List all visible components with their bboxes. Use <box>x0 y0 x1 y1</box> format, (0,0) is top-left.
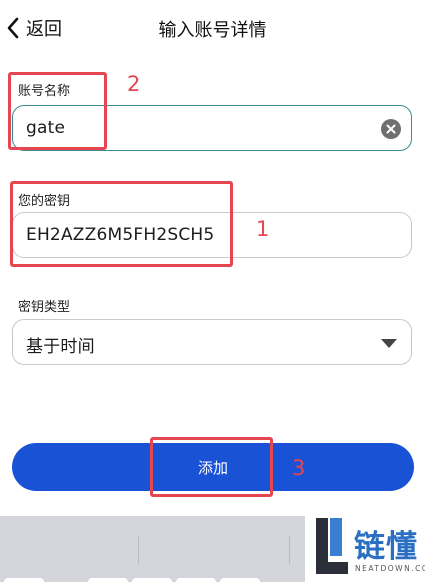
dropdown-arrow-icon <box>381 339 397 348</box>
keyboard-key[interactable] <box>220 578 260 582</box>
annotation-number-1: 1 <box>256 217 270 241</box>
key-type-value: 基于时间 <box>26 337 95 357</box>
annotation-box-secret-key <box>10 181 233 267</box>
key-type-label: 密钥类型 <box>18 300 71 315</box>
watermark-subtext: NEATDOWN.COM <box>355 564 425 573</box>
keyboard-suggestion-bar <box>0 516 305 582</box>
clear-icon[interactable] <box>381 119 401 139</box>
keyboard-key[interactable] <box>4 578 44 582</box>
annotation-box-add-button <box>150 437 273 497</box>
keyboard-key[interactable] <box>88 578 128 582</box>
annotation-number-2: 2 <box>127 72 141 96</box>
annotation-box-account-name <box>8 72 107 150</box>
keyboard-key[interactable] <box>176 578 216 582</box>
neatdown-logo-icon <box>316 518 348 574</box>
annotation-number-3: 3 <box>292 456 306 480</box>
watermark-text: 链懂 <box>354 529 418 565</box>
keyboard-key[interactable] <box>132 578 172 582</box>
keyboard-divider <box>138 536 139 564</box>
watermark: 链懂 NEATDOWN.COM <box>308 514 425 582</box>
page-title: 输入账号详情 <box>158 20 267 41</box>
top-bar: 返回 输入账号详情 <box>0 0 425 58</box>
keyboard-divider <box>289 536 290 564</box>
key-type-select[interactable]: 基于时间 <box>12 319 412 365</box>
